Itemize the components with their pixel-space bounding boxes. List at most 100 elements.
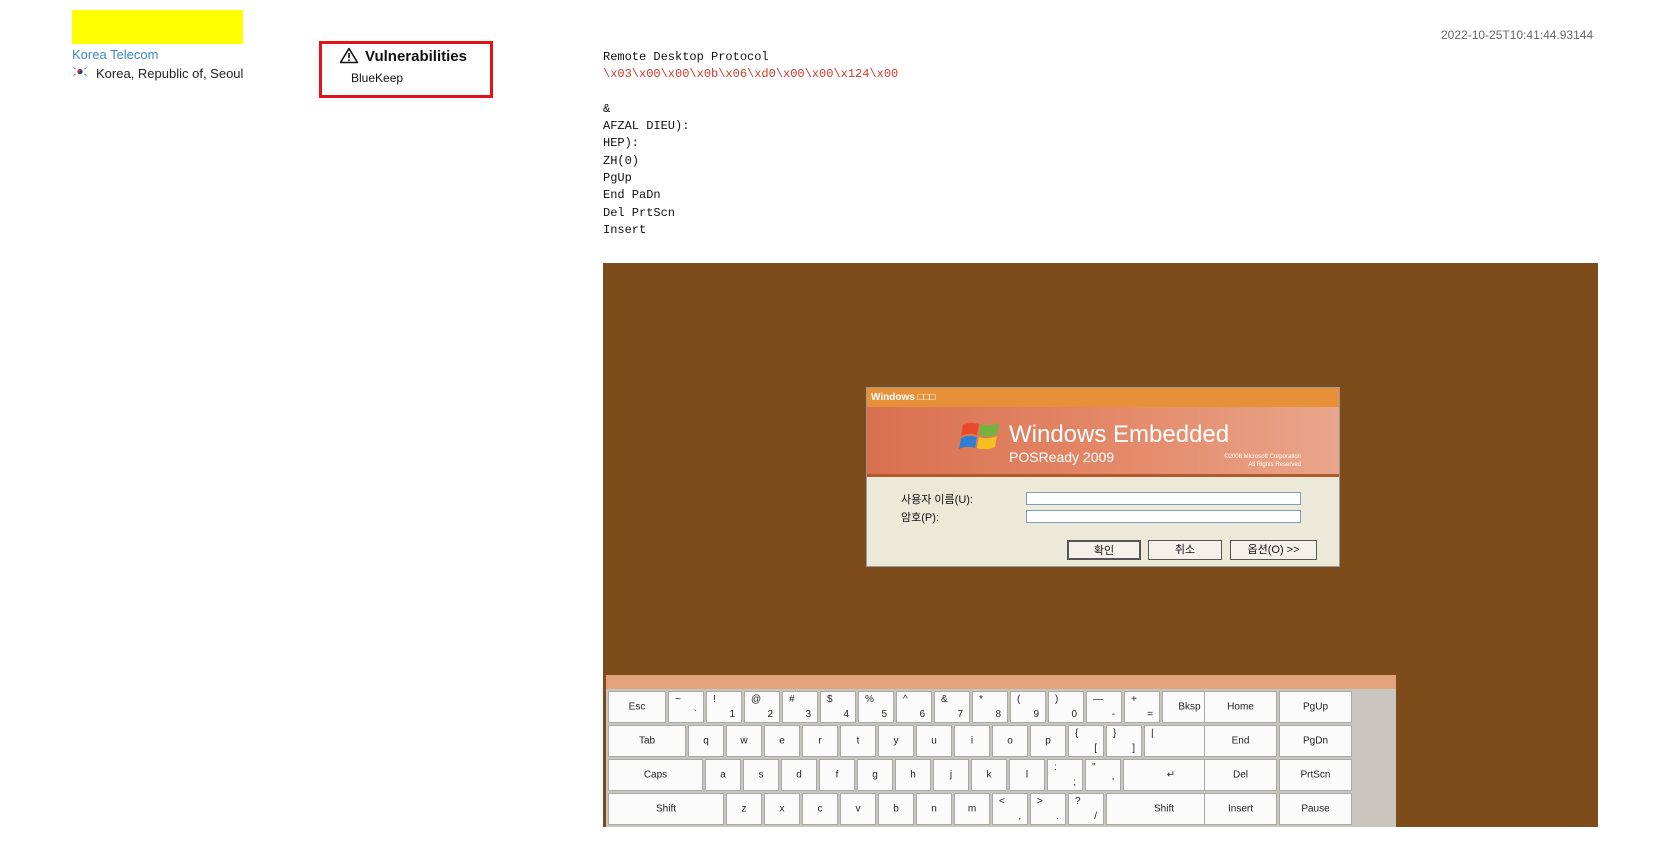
key[interactable]: b — [878, 793, 914, 825]
key[interactable]: " ' — [1085, 759, 1121, 791]
key[interactable]: :; — [1047, 759, 1083, 791]
redaction-highlight — [72, 10, 243, 44]
key[interactable]: * 8 — [972, 691, 1008, 723]
key[interactable]: & 7 — [934, 691, 970, 723]
banner-line: & — [603, 101, 611, 116]
key-label: b — [893, 803, 899, 815]
rdp-screenshot: Windows □□□ Windows Embedded POSReady 20… — [603, 263, 1598, 827]
key-label: c — [817, 803, 823, 815]
key-label: / — [1094, 811, 1097, 822]
nav-key[interactable]: Insert — [1204, 793, 1277, 825]
korea-flag-icon — [72, 66, 88, 77]
key-label: Caps — [643, 769, 668, 781]
key[interactable]: v — [840, 793, 876, 825]
key[interactable]: ! 1 — [706, 691, 742, 723]
key[interactable]: x — [764, 793, 800, 825]
key[interactable]: w — [726, 725, 762, 757]
key[interactable]: {[ — [1068, 725, 1104, 757]
options-button[interactable]: 옵션(O) >> — [1230, 540, 1317, 560]
password-field[interactable] — [1026, 510, 1301, 523]
key-label: n — [931, 803, 937, 815]
key[interactable]: i — [954, 725, 990, 757]
key[interactable]: % 5 — [858, 691, 894, 723]
key-label: Tab — [638, 735, 656, 747]
key-label: a — [720, 769, 726, 781]
key[interactable]: <, — [992, 793, 1028, 825]
key-label: w — [740, 735, 748, 747]
nav-key[interactable]: PgUp — [1279, 691, 1352, 723]
key[interactable]: #3 — [782, 691, 818, 723]
key[interactable]: ~ ` — [668, 691, 704, 723]
key[interactable]: t — [840, 725, 876, 757]
key[interactable]: — - — [1086, 691, 1122, 723]
banner-line: \x03\x00\x00\x0b\x06\xd0\x00\x00\x124\x0… — [603, 67, 899, 82]
key[interactable]: k — [971, 759, 1007, 791]
key[interactable]: Caps — [608, 759, 703, 791]
username-field[interactable] — [1026, 492, 1301, 505]
key[interactable]: c — [802, 793, 838, 825]
key-label: l — [1025, 769, 1029, 781]
key[interactable]: Esc — [608, 691, 666, 723]
key-label: . — [1056, 811, 1059, 822]
key[interactable]: d — [781, 759, 817, 791]
key-shift-label: + — [1131, 694, 1137, 705]
key-label: j — [949, 769, 953, 781]
nav-key[interactable]: Pause — [1279, 793, 1352, 825]
key[interactable]: f — [819, 759, 855, 791]
nav-key[interactable]: End — [1204, 725, 1277, 757]
key[interactable]: q — [688, 725, 724, 757]
key[interactable]: @2 — [744, 691, 780, 723]
nav-key[interactable]: Del — [1204, 759, 1277, 791]
key-shift-label: — — [1093, 694, 1103, 705]
key[interactable]: $4 — [820, 691, 856, 723]
key[interactable]: Tab — [608, 725, 686, 757]
key[interactable]: u — [916, 725, 952, 757]
key[interactable]: z — [726, 793, 762, 825]
key[interactable]: y — [878, 725, 914, 757]
key-label: ] — [1132, 743, 1135, 754]
key[interactable]: g — [857, 759, 893, 791]
ok-button[interactable]: 확인 — [1067, 540, 1141, 560]
key[interactable]: j — [933, 759, 969, 791]
key[interactable]: o — [992, 725, 1028, 757]
login-dialog: Windows □□□ Windows Embedded POSReady 20… — [866, 387, 1340, 567]
key-label: 4 — [843, 709, 849, 720]
key-label: u — [931, 735, 937, 747]
key[interactable]: m — [954, 793, 990, 825]
key-shift-label: ! — [713, 694, 716, 705]
key-shift-label: > — [1037, 796, 1043, 807]
key-shift-label: ^ — [903, 694, 908, 705]
key[interactable]: a — [705, 759, 741, 791]
key[interactable]: n — [916, 793, 952, 825]
nav-key[interactable]: PgDn — [1279, 725, 1352, 757]
key[interactable]: }] — [1106, 725, 1142, 757]
key[interactable]: h — [895, 759, 931, 791]
windows-logo-icon — [959, 422, 999, 450]
key[interactable]: (9 — [1010, 691, 1046, 723]
banner-line: End PaDn — [603, 188, 661, 203]
key[interactable]: Shift — [608, 793, 724, 825]
key[interactable]: ? / — [1068, 793, 1104, 825]
key[interactable]: l — [1009, 759, 1045, 791]
nav-key[interactable]: Home — [1204, 691, 1277, 723]
key[interactable]: ) 0 — [1048, 691, 1084, 723]
key-shift-label: : — [1054, 762, 1057, 773]
vulnerability-item[interactable]: BlueKeep — [351, 71, 403, 85]
key-label: 9 — [1033, 709, 1039, 720]
key[interactable]: e — [764, 725, 800, 757]
key-label: z — [741, 803, 747, 815]
cancel-button[interactable]: 취소 — [1148, 540, 1222, 560]
banner-line — [603, 84, 898, 101]
key[interactable]: ^ 6 — [896, 691, 932, 723]
brand-subtitle: POSReady 2009 — [1009, 449, 1115, 465]
key[interactable]: + = — [1124, 691, 1160, 723]
key[interactable]: p — [1030, 725, 1066, 757]
key[interactable]: r — [802, 725, 838, 757]
key-shift-label: { — [1075, 728, 1079, 739]
org-link[interactable]: Korea Telecom — [72, 47, 158, 62]
nav-key[interactable]: PrtScn — [1279, 759, 1352, 791]
key[interactable]: >. — [1030, 793, 1066, 825]
key[interactable]: s — [743, 759, 779, 791]
key-label: e — [779, 735, 785, 747]
key-shift-label: # — [789, 694, 795, 705]
